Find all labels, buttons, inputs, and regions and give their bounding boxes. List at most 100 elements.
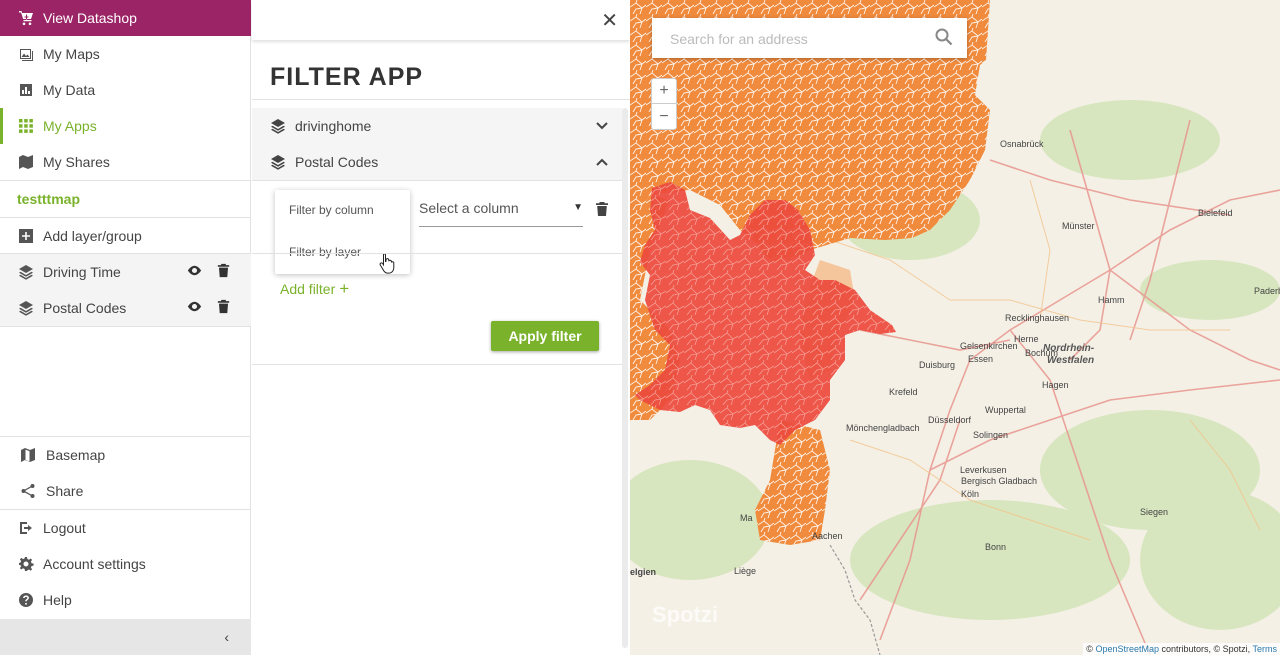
zoom-control: + − — [651, 78, 677, 130]
city-label: Aachen — [812, 531, 843, 541]
divider — [252, 364, 622, 365]
help-button[interactable]: Help — [0, 582, 251, 618]
layer-label: Postal Codes — [43, 300, 127, 316]
nav-label: My Shares — [43, 154, 110, 170]
city-label: Osnabrück — [1000, 139, 1044, 149]
city-label: Recklinghausen — [1005, 313, 1070, 323]
option-filter-by-layer[interactable]: Filter by layer — [289, 245, 361, 259]
region-label: Nordrhein- — [1043, 343, 1095, 354]
datashop-label: View Datashop — [43, 10, 137, 26]
apps-grid-icon — [18, 118, 34, 134]
nav-my-apps[interactable]: My Apps — [0, 108, 251, 144]
layers-icon — [270, 154, 286, 170]
zoom-in-button[interactable]: + — [652, 79, 676, 104]
city-label: Krefeld — [889, 387, 918, 397]
nav-my-maps[interactable]: My Maps — [0, 36, 251, 72]
osm-link[interactable]: OpenStreetMap — [1095, 644, 1159, 654]
view-datashop-button[interactable]: View Datashop — [0, 0, 251, 36]
city-label: Bonn — [985, 542, 1007, 552]
city-label: Bielefeld — [1198, 208, 1233, 218]
panel-scrollbar[interactable] — [622, 108, 628, 648]
layers-icon — [18, 264, 34, 280]
chevron-left-icon: ‹ — [224, 629, 229, 645]
trash-icon[interactable] — [215, 298, 232, 318]
account-settings-button[interactable]: Account settings — [0, 546, 251, 582]
divider — [252, 99, 630, 100]
hand-cursor-icon — [379, 253, 395, 274]
city-label: Gelsenkirchen — [960, 341, 1018, 351]
map-canvas[interactable]: Search for an address + − Osnabrück Biel… — [630, 0, 1280, 655]
cart-icon — [18, 10, 34, 26]
nav-label: My Maps — [43, 46, 100, 62]
layer-item-driving-time[interactable]: Driving Time — [0, 254, 251, 290]
chart-icon — [18, 82, 34, 98]
city-label: Ma — [740, 513, 753, 523]
shares-icon — [18, 154, 34, 170]
help-icon — [18, 592, 34, 608]
city-label: Solingen — [973, 430, 1009, 440]
layers-icon — [270, 118, 286, 134]
plus-icon: + — [339, 279, 350, 298]
logout-button[interactable]: Logout — [0, 510, 251, 546]
attribution-text: contributors, © Spotzi, — [1158, 644, 1253, 654]
logout-label: Logout — [43, 520, 86, 536]
accordion-postal-codes[interactable]: Postal Codes — [252, 144, 622, 180]
dropdown-arrow-icon: ▼ — [573, 202, 583, 213]
panel-header-bar: ✕ — [252, 0, 630, 40]
region-label: Westfalen — [1047, 355, 1095, 366]
layer-item-postal-codes[interactable]: Postal Codes — [0, 290, 251, 326]
nav-my-shares[interactable]: My Shares — [0, 144, 251, 180]
layers-icon — [18, 300, 34, 316]
divider — [0, 180, 251, 181]
accordion-drivinghome[interactable]: drivinghome — [252, 108, 622, 144]
city-label: Mönchengladbach — [846, 423, 920, 433]
city-label: Düsseldorf — [928, 415, 972, 425]
apply-filter-button[interactable]: Apply filter — [491, 321, 599, 351]
terms-link[interactable]: Terms — [1253, 644, 1278, 654]
divider — [0, 326, 251, 327]
city-label: Liège — [734, 566, 757, 576]
city-label: Münster — [1062, 221, 1095, 231]
filter-type-dropdown: Filter by column Filter by layer — [275, 190, 410, 274]
trash-icon[interactable] — [595, 201, 609, 222]
account-settings-label: Account settings — [43, 556, 146, 572]
nav-my-data[interactable]: My Data — [0, 72, 251, 108]
trash-icon[interactable] — [215, 262, 232, 282]
search-icon[interactable] — [935, 28, 953, 46]
column-select-value: Select a column — [419, 200, 519, 216]
basemap-button[interactable]: Basemap — [0, 437, 251, 473]
column-select[interactable]: Select a column ▼ — [419, 200, 583, 227]
add-layer-label: Add layer/group — [43, 228, 142, 244]
share-button[interactable]: Share — [0, 473, 251, 509]
city-label: Hamm — [1098, 295, 1125, 305]
add-filter-button[interactable]: Add filter + — [280, 279, 349, 299]
city-label: Wuppertal — [985, 405, 1026, 415]
gear-icon — [18, 556, 34, 572]
nav-label: My Data — [43, 82, 96, 98]
divider — [252, 253, 622, 254]
city-label: Essen — [968, 354, 994, 364]
divider — [252, 180, 622, 181]
layer-label: Driving Time — [43, 264, 121, 280]
spotzi-watermark: Spotzi — [652, 602, 718, 627]
chevron-down-icon — [596, 119, 608, 133]
add-layer-button[interactable]: Add layer/group — [0, 218, 251, 254]
accordion-label: Postal Codes — [295, 154, 379, 170]
city-label: Siegen — [1140, 507, 1169, 517]
sidebar: View Datashop My Maps My Data My Apps My… — [0, 0, 251, 655]
basemap-label: Basemap — [46, 447, 106, 463]
eye-icon[interactable] — [186, 298, 203, 318]
search-input[interactable]: Search for an address — [670, 31, 808, 47]
collapse-sidebar-button[interactable]: ‹ — [0, 619, 251, 655]
nav-label: My Apps — [43, 118, 97, 134]
zoom-out-button[interactable]: − — [652, 104, 676, 129]
city-label: Herne — [1014, 334, 1039, 344]
option-filter-by-column[interactable]: Filter by column — [289, 203, 374, 217]
country-label: elgien — [630, 567, 657, 577]
map-name: testttmap — [17, 191, 81, 207]
accordion-label: drivinghome — [295, 118, 372, 134]
eye-icon[interactable] — [186, 262, 203, 282]
close-icon[interactable]: ✕ — [601, 8, 618, 33]
map-icon — [20, 447, 36, 463]
address-search[interactable]: Search for an address — [652, 18, 967, 58]
